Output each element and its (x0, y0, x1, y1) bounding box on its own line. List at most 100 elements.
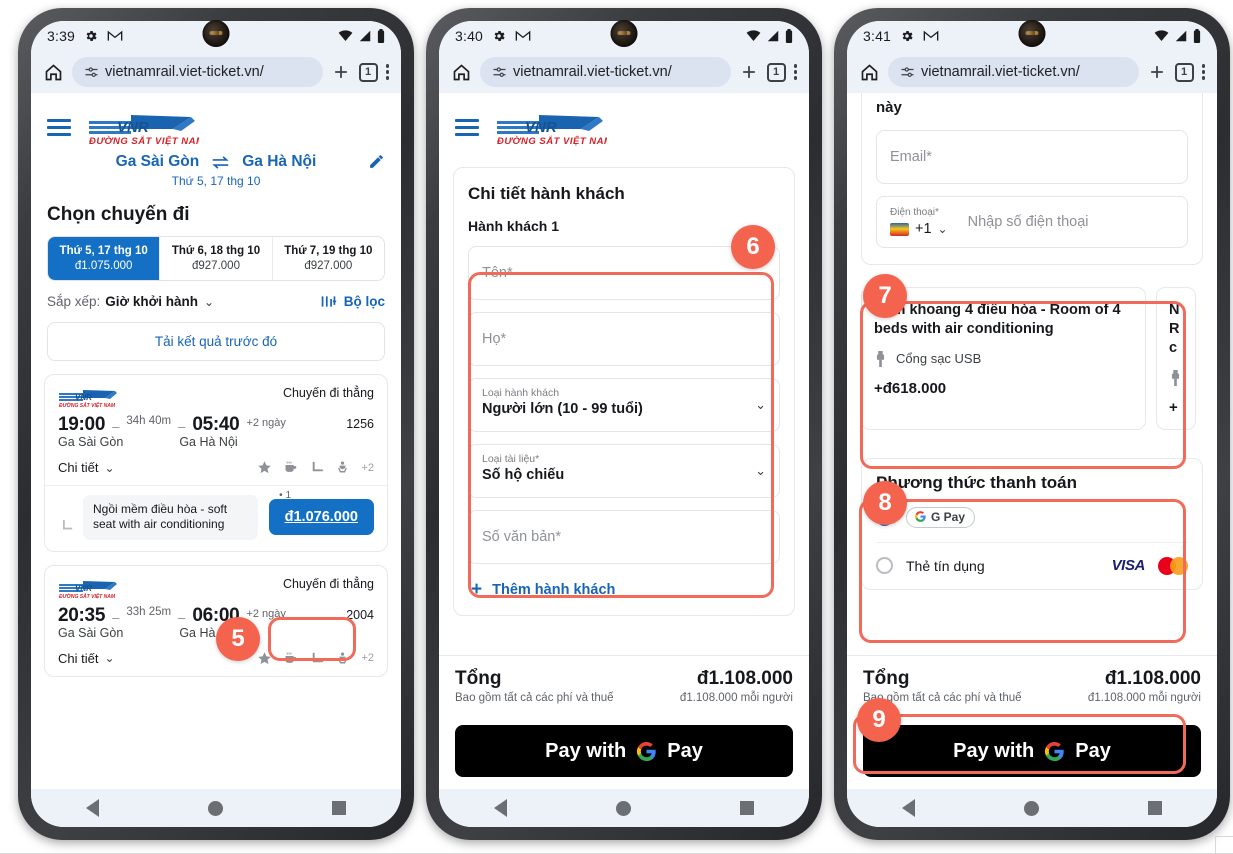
site-header: VNR ĐƯỜNG SẮT VIỆT NAM (439, 93, 809, 151)
gear-icon (86, 30, 97, 42)
chevron-down-icon[interactable]: ⌄ (104, 651, 114, 665)
hamburger-menu-icon[interactable] (47, 118, 71, 136)
radio-credit-card[interactable] (876, 557, 893, 575)
select-price-button[interactable]: đ1.076.000 (268, 499, 374, 536)
plus-days: +2 ngày (246, 417, 286, 429)
room-card-1[interactable]: N R c + (1156, 287, 1196, 430)
chevron-down-icon[interactable]: ⌄ (938, 222, 948, 236)
star-icon (258, 461, 272, 474)
details-toggle[interactable]: Chi tiết (58, 460, 98, 475)
chevron-down-icon[interactable]: ⌄ (204, 295, 214, 309)
nav-back-button[interactable] (493, 799, 507, 817)
url-bar[interactable]: vietnamrail.viet-ticket.vn/ (888, 57, 1139, 87)
nav-home-button[interactable] (615, 800, 631, 816)
passenger-type-select[interactable]: Loại hành khách Người lớn (10 - 99 tuổi)… (468, 378, 780, 432)
pay-with-gpay-button-3[interactable]: Pay with Pay (863, 725, 1201, 777)
room-card-0[interactable]: Nằm khoang 4 điều hòa - Room of 4 beds w… (861, 287, 1146, 430)
svg-text:ĐƯỜNG SẮT VIỆT NAM: ĐƯỜNG SẮT VIỆT NAM (497, 135, 607, 147)
new-tab-icon[interactable] (331, 62, 351, 82)
amenities-more: +2 (361, 461, 374, 474)
duration: 34h 40m (126, 415, 172, 427)
route-destination: Ga Hà Nội (242, 153, 317, 170)
document-type-select[interactable]: Loại tài liệu* Số hộ chiếu ⌄ (468, 444, 780, 498)
date-tab-label: Thứ 6, 18 thg 10 (171, 245, 261, 257)
nav-back-button[interactable] (85, 799, 99, 817)
tab-count-button[interactable]: 1 (1174, 62, 1194, 82)
date-tab-2[interactable]: Thứ 7, 19 thg 10 đ927.000 (273, 237, 384, 280)
home-icon[interactable] (451, 62, 472, 83)
google-g-icon (1045, 741, 1064, 761)
email-field[interactable]: Email* (876, 130, 1188, 184)
kebab-menu-icon[interactable] (793, 64, 797, 80)
home-icon[interactable] (859, 62, 880, 83)
details-toggle[interactable]: Chi tiết (58, 651, 98, 666)
load-previous-button[interactable]: Tải kết quả trước đó (47, 322, 385, 361)
tune-icon (85, 66, 98, 77)
add-passenger-button[interactable]: + Thêm hành khách (468, 564, 780, 605)
svg-text:VNR: VNR (75, 584, 92, 593)
document-number-field[interactable]: Số văn bản* (468, 510, 780, 564)
train-card-0[interactable]: VNR ĐƯỜNG SẮT VIỆT NAM Chuyến đi thẳng 1… (44, 374, 388, 552)
seat-icon (313, 461, 324, 472)
new-tab-icon[interactable] (739, 62, 759, 82)
price-label: đ1.076.000 (284, 509, 358, 526)
payment-method-title: Phương thức thanh toán (876, 472, 1078, 492)
nav-recents-button[interactable] (332, 801, 347, 815)
room-options-scroller[interactable]: Nằm khoang 4 điều hòa - Room of 4 beds w… (861, 287, 1203, 430)
total-per-person: đ1.108.000 mỗi người (1087, 692, 1201, 704)
svg-text:VNR: VNR (117, 119, 149, 136)
signal-icon (767, 30, 779, 42)
date-tab-1[interactable]: Thứ 6, 18 thg 10 đ927.000 (160, 237, 273, 280)
train-number: 1256 (346, 417, 374, 431)
svg-text:VNR: VNR (525, 119, 557, 136)
usb-icon (876, 350, 885, 367)
filter-button[interactable]: Bộ lọc (320, 294, 385, 309)
wifi-icon (746, 30, 761, 41)
hamburger-menu-icon[interactable] (455, 118, 479, 136)
signal-icon (1175, 30, 1187, 42)
room-price: +đ618.000 (874, 379, 947, 397)
wheelchair-icon (338, 461, 348, 473)
date-tabs: Thứ 5, 17 thg 10 đ1.075.000 Thứ 6, 18 th… (47, 236, 385, 281)
phone-number-field[interactable]: Điện thoại* +1 ⌄ Nhập số điện thoại (876, 196, 1188, 248)
gear-icon (902, 30, 913, 42)
sort-value[interactable]: Giờ khởi hành (105, 294, 198, 309)
last-name-field[interactable]: Họ* (468, 312, 780, 366)
train-card-1[interactable]: VNR ĐƯỜNG SẮT VIỆT NAM Chuyến đi thẳng 2… (44, 564, 388, 677)
tab-count-button[interactable]: 1 (358, 62, 378, 82)
nav-recents-button[interactable] (1148, 801, 1163, 815)
room-amenity (1169, 369, 1183, 386)
nav-home-button[interactable] (207, 800, 223, 816)
tab-count-button[interactable]: 1 (766, 62, 786, 82)
date-tab-0[interactable]: Thứ 5, 17 thg 10 đ1.075.000 (48, 237, 161, 280)
page-content-2: VNR ĐƯỜNG SẮT VIỆT NAM Chi tiết hành khá… (439, 93, 809, 789)
annotation-marker-8: 8 (863, 481, 907, 525)
url-bar[interactable]: vietnamrail.viet-ticket.vn/ (72, 57, 323, 87)
url-bar[interactable]: vietnamrail.viet-ticket.vn/ (480, 57, 731, 87)
payment-option-card[interactable]: Thẻ tín dụng VISA (876, 541, 1188, 589)
visa-logo: VISA (1111, 557, 1146, 575)
payment-option-gpay[interactable]: G Pay (876, 493, 1188, 542)
time-dash: – (112, 419, 120, 434)
phone-placeholder: Nhập số điện thoại (967, 214, 1089, 230)
nav-back-button[interactable] (901, 799, 915, 817)
chevron-down-icon[interactable]: ⌄ (104, 461, 114, 475)
time-dash: – (112, 609, 120, 625)
date-tab-label: Thứ 7, 19 thg 10 (284, 245, 373, 257)
kebab-menu-icon[interactable] (385, 64, 389, 80)
pay-with-gpay-button-2[interactable]: Pay with Pay (455, 725, 793, 777)
nav-home-button[interactable] (1023, 800, 1039, 816)
nav-recents-button[interactable] (740, 801, 755, 815)
total-note: Bao gồm tất cả các phí và thuế (455, 692, 614, 704)
page-content-1: VNR ĐƯỜNG SẮT VIỆT NAM Ga Sài Gòn Ga Hà … (31, 93, 401, 789)
kebab-menu-icon[interactable] (1201, 64, 1205, 80)
screenshot-stage: 3:39 vietnamrail.viet-ticket.vn/ 1 VNR Đ… (0, 0, 1233, 854)
room-price: + (1169, 398, 1178, 416)
vnr-mini-logo: VNR ĐƯỜNG SẮT VIỆT NAM (58, 577, 120, 599)
room-amenity: Cổng sạc USB (874, 350, 1133, 367)
new-tab-icon[interactable] (1147, 62, 1167, 82)
seat-class-chip[interactable]: Ngồi mềm điều hòa - soft seat with air c… (83, 495, 258, 540)
home-icon[interactable] (43, 62, 64, 83)
route-summary[interactable]: Ga Sài Gòn Ga Hà Nội (31, 151, 401, 171)
pencil-icon[interactable] (368, 153, 385, 170)
